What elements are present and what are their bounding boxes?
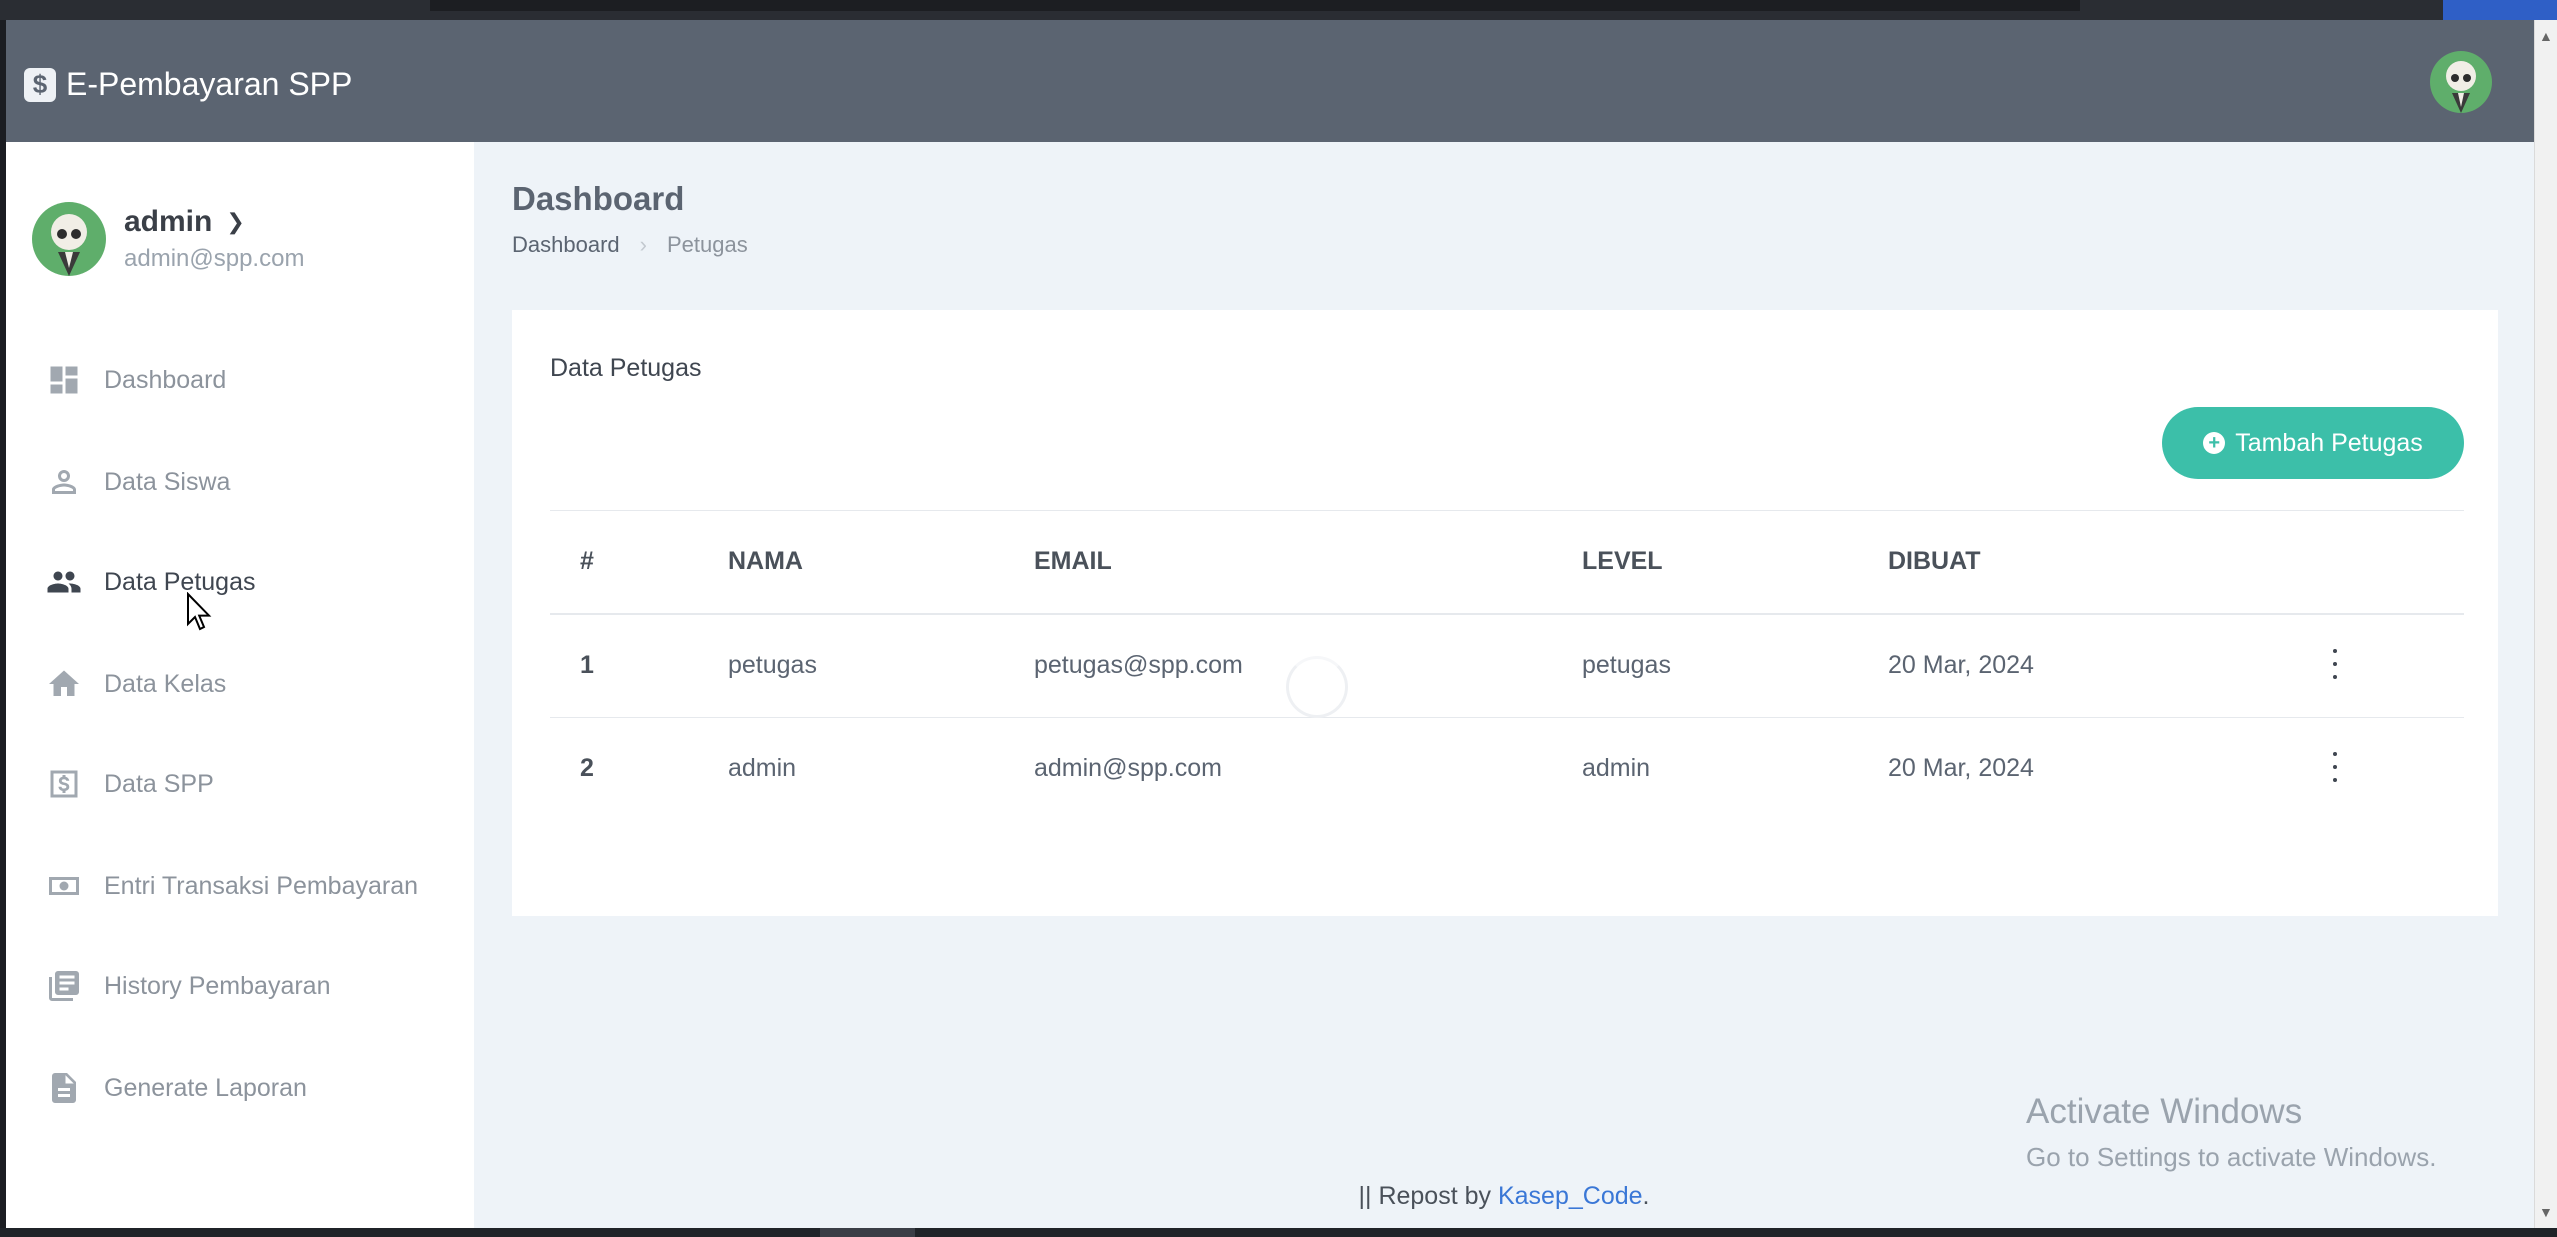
cell-level: petugas bbox=[1582, 651, 1671, 679]
documents-icon bbox=[49, 971, 79, 1001]
avatar[interactable] bbox=[2430, 51, 2492, 113]
table-row: 2 admin admin@spp.com admin 20 Mar, 2024 bbox=[550, 718, 2464, 820]
chevron-right-icon: › bbox=[639, 232, 647, 257]
cell-email: petugas@spp.com bbox=[1034, 651, 1243, 679]
cell-nama: admin bbox=[728, 754, 797, 782]
table-header: # NAMA EMAIL LEVEL DIBUAT bbox=[550, 510, 2464, 615]
user-name[interactable]: admin ❯ bbox=[124, 205, 304, 239]
top-navbar: $ E-Pembayaran SPP bbox=[6, 20, 2534, 142]
taskbar-strip bbox=[0, 1228, 2557, 1237]
screen-top-strip bbox=[0, 0, 2557, 26]
breadcrumb: Dashboard › Petugas bbox=[512, 232, 748, 258]
kasep-code-link[interactable]: Kasep_Code bbox=[1498, 1182, 1643, 1210]
scroll-up-icon[interactable]: ▲ bbox=[2539, 28, 2553, 44]
app-title: E-Pembayaran SPP bbox=[66, 66, 353, 102]
breadcrumb-dashboard[interactable]: Dashboard bbox=[512, 232, 620, 258]
column-header-number: # bbox=[580, 547, 594, 575]
sidebar: admin ❯ admin@spp.com Dashboard Data Sis… bbox=[6, 142, 474, 1228]
taskbar-segment bbox=[820, 1228, 915, 1237]
cell-level: admin bbox=[1582, 754, 1651, 782]
cell-dibuat: 20 Mar, 2024 bbox=[1888, 754, 2034, 782]
app-window: $ E-Pembayaran SPP admin ❯ admin@spp.com… bbox=[6, 20, 2534, 1228]
card-title: Data Petugas bbox=[550, 354, 702, 382]
dashboard-icon bbox=[50, 366, 78, 394]
brand[interactable]: $ E-Pembayaran SPP bbox=[24, 66, 352, 103]
footer: || Repost by Kasep_Code. bbox=[1358, 1182, 1650, 1210]
column-header-level: LEVEL bbox=[1582, 547, 1663, 575]
loading-spinner bbox=[1286, 656, 1348, 718]
windows-activation-watermark: Activate Windows Go to Settings to activ… bbox=[2026, 1092, 2437, 1172]
sidebar-item-dashboard[interactable]: Dashboard bbox=[46, 362, 226, 398]
cell-number: 1 bbox=[580, 651, 594, 679]
sidebar-item-data-kelas[interactable]: Data Kelas bbox=[46, 666, 226, 702]
user-profile[interactable]: admin ❯ admin@spp.com bbox=[32, 202, 304, 276]
page-scrollbar[interactable]: ▲ ▼ bbox=[2534, 20, 2557, 1228]
sidebar-item-generate-laporan[interactable]: Generate Laporan bbox=[46, 1070, 307, 1106]
money-icon bbox=[49, 877, 79, 895]
dollar-icon bbox=[50, 770, 78, 798]
cell-nama: petugas bbox=[728, 651, 817, 679]
cell-email: admin@spp.com bbox=[1034, 754, 1222, 782]
browser-tab-bar bbox=[430, 0, 2080, 11]
more-vertical-icon[interactable] bbox=[2328, 752, 2342, 782]
cell-dibuat: 20 Mar, 2024 bbox=[1888, 651, 2034, 679]
page-title: Dashboard bbox=[512, 180, 685, 217]
column-header-email: EMAIL bbox=[1034, 547, 1112, 575]
mouse-cursor-icon bbox=[187, 592, 212, 631]
sidebar-item-entri-transaksi[interactable]: Entri Transaksi Pembayaran bbox=[46, 868, 418, 904]
petugas-table: # NAMA EMAIL LEVEL DIBUAT 1 petugas petu… bbox=[550, 510, 2464, 820]
user-email: admin@spp.com bbox=[124, 245, 305, 272]
sidebar-item-data-spp[interactable]: Data SPP bbox=[46, 766, 214, 802]
column-header-dibuat: DIBUAT bbox=[1888, 547, 1981, 575]
main-content: Dashboard Dashboard › Petugas Data Petug… bbox=[474, 142, 2534, 1228]
person-icon bbox=[52, 470, 76, 494]
breadcrumb-petugas: Petugas bbox=[666, 232, 748, 257]
more-vertical-icon[interactable] bbox=[2328, 649, 2342, 679]
dollar-icon: $ bbox=[24, 67, 56, 102]
column-header-nama: NAMA bbox=[728, 547, 803, 575]
table-row: 1 petugas petugas@spp.com petugas 20 Mar… bbox=[550, 615, 2464, 718]
sidebar-item-data-siswa[interactable]: Data Siswa bbox=[46, 464, 230, 500]
chevron-down-icon: ❯ bbox=[226, 209, 245, 234]
sidebar-item-data-petugas[interactable]: Data Petugas bbox=[46, 564, 256, 600]
sidebar-item-history-pembayaran[interactable]: History Pembayaran bbox=[46, 968, 330, 1004]
report-icon bbox=[52, 1073, 76, 1103]
home-icon bbox=[49, 670, 79, 696]
people-icon bbox=[47, 571, 81, 593]
tambah-petugas-button[interactable]: + Tambah Petugas bbox=[2162, 407, 2464, 479]
data-petugas-card: Data Petugas + Tambah Petugas # NAMA EMA… bbox=[512, 310, 2498, 916]
cell-number: 2 bbox=[580, 754, 594, 782]
scroll-down-icon[interactable]: ▼ bbox=[2539, 1204, 2553, 1220]
avatar bbox=[32, 202, 106, 276]
plus-circle-icon: + bbox=[2203, 432, 2226, 454]
